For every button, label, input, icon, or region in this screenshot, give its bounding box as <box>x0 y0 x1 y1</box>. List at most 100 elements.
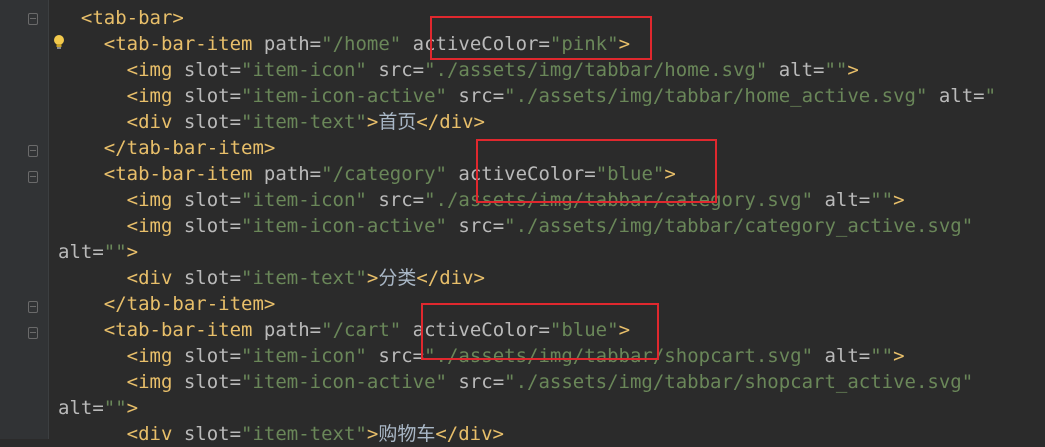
code-token-tag: > <box>847 59 859 81</box>
code-token-val: "" <box>824 59 848 81</box>
code-token-txt: 购物车 <box>378 423 436 445</box>
code-token-tag: <tab-bar-item <box>103 33 264 55</box>
code-token-tag: > <box>126 397 139 419</box>
code-token-tag: <tab-bar> <box>80 7 184 29</box>
code-token-attr: slot= <box>183 85 242 107</box>
code-token-tag: > <box>366 423 379 445</box>
code-token-tag: <img <box>126 85 184 107</box>
fold-marker-icon[interactable] <box>28 13 38 25</box>
code-token-tag: </tab-bar-item> <box>103 293 276 315</box>
code-token-tag: > <box>366 267 379 289</box>
fold-marker-icon[interactable] <box>28 171 38 183</box>
highlight-box <box>430 16 652 60</box>
code-line[interactable]: <img slot="item-icon-active" src="./asse… <box>58 369 974 395</box>
code-line[interactable]: <img slot="item-icon" src="./assets/img/… <box>58 57 859 83</box>
code-token-tag: > <box>893 189 905 211</box>
code-token-attr: path= <box>263 163 322 185</box>
code-token-attr: slot= <box>183 267 242 289</box>
code-token-attr: alt= <box>778 59 825 81</box>
code-token-attr: alt= <box>58 241 104 263</box>
code-token-tag: <div <box>126 267 184 289</box>
code-token-tag: <img <box>126 189 184 211</box>
code-line[interactable]: <img slot="item-icon-active" src="./asse… <box>58 83 996 109</box>
code-token-attr: src= <box>458 371 505 393</box>
code-token-tag: <img <box>126 371 184 393</box>
code-area[interactable]: <tab-bar> <tab-bar-item path="/home" act… <box>58 0 1045 445</box>
code-token-val: "item-icon" <box>241 345 379 367</box>
code-token-val: "item-icon" <box>241 189 379 211</box>
code-token-tag: <tab-bar-item <box>103 163 264 185</box>
code-token-val: "/home" <box>321 33 413 55</box>
code-token-val: "./assets/img/tabbar/home.svg" <box>424 59 779 81</box>
code-line[interactable]: <div slot="item-text">购物车</div> <box>58 421 504 447</box>
code-token-val: "item-text" <box>241 423 367 445</box>
code-token-tag: </tab-bar-item> <box>103 137 276 159</box>
code-token-attr: src= <box>458 215 505 237</box>
code-token-attr: alt= <box>824 189 871 211</box>
highlight-box <box>476 139 717 203</box>
code-token-val: "./assets/img/tabbar/shopcart_active.svg… <box>504 371 974 393</box>
code-token-attr: path= <box>263 33 322 55</box>
code-token-tag: <img <box>126 59 184 81</box>
code-token-attr: src= <box>378 345 425 367</box>
code-token-val: "item-text" <box>241 111 367 133</box>
fold-marker-icon[interactable] <box>28 327 38 339</box>
code-token-attr: src= <box>378 59 425 81</box>
code-line[interactable]: </tab-bar-item> <box>58 291 276 317</box>
highlight-box <box>421 303 659 360</box>
code-line[interactable]: <div slot="item-text">分类</div> <box>58 265 485 291</box>
code-token-tag: </div> <box>416 267 485 289</box>
code-token-attr: slot= <box>183 423 242 445</box>
code-token-attr: alt= <box>824 345 871 367</box>
code-token-val: "./assets/img/tabbar/category_active.svg… <box>504 215 974 237</box>
code-token-tag: > <box>366 111 379 133</box>
code-token-attr: slot= <box>183 215 242 237</box>
code-token-txt: 首页 <box>378 111 417 133</box>
code-line[interactable]: alt=""> <box>58 239 138 265</box>
code-token-val: " <box>984 85 997 107</box>
code-token-tag: </div> <box>416 111 485 133</box>
code-token-attr: path= <box>263 319 322 341</box>
code-token-val: "item-icon" <box>241 59 379 81</box>
fold-marker-icon[interactable] <box>28 145 38 157</box>
code-line[interactable]: <div slot="item-text">首页</div> <box>58 109 485 135</box>
code-editor[interactable]: <tab-bar> <tab-bar-item path="/home" act… <box>0 0 1045 445</box>
code-token-val: "/cart" <box>321 319 413 341</box>
code-token-attr: src= <box>458 85 505 107</box>
code-token-val: "./assets/img/tabbar/home_active.svg" <box>504 85 939 107</box>
code-token-tag: <img <box>126 215 184 237</box>
code-line[interactable]: <tab-bar> <box>58 5 184 31</box>
fold-marker-icon[interactable] <box>28 301 38 313</box>
code-token-val: "item-icon-active" <box>241 215 459 237</box>
code-line[interactable]: alt=""> <box>58 395 138 421</box>
code-token-attr: slot= <box>183 189 242 211</box>
code-token-tag: <tab-bar-item <box>103 319 264 341</box>
code-token-attr: slot= <box>183 371 242 393</box>
code-token-val: "item-text" <box>241 267 367 289</box>
code-token-tag: </div> <box>435 423 504 445</box>
code-token-attr: alt= <box>58 397 104 419</box>
editor-gutter <box>0 0 48 439</box>
code-token-attr: alt= <box>938 85 985 107</box>
code-token-tag: <img <box>126 345 184 367</box>
code-token-tag: <div <box>126 111 184 133</box>
code-token-val: "item-icon-active" <box>241 85 459 107</box>
gutter-divider <box>48 0 49 439</box>
code-token-val: "item-icon-active" <box>241 371 459 393</box>
code-line[interactable]: <img slot="item-icon-active" src="./asse… <box>58 213 974 239</box>
code-token-attr: src= <box>378 189 425 211</box>
code-line[interactable]: </tab-bar-item> <box>58 135 276 161</box>
